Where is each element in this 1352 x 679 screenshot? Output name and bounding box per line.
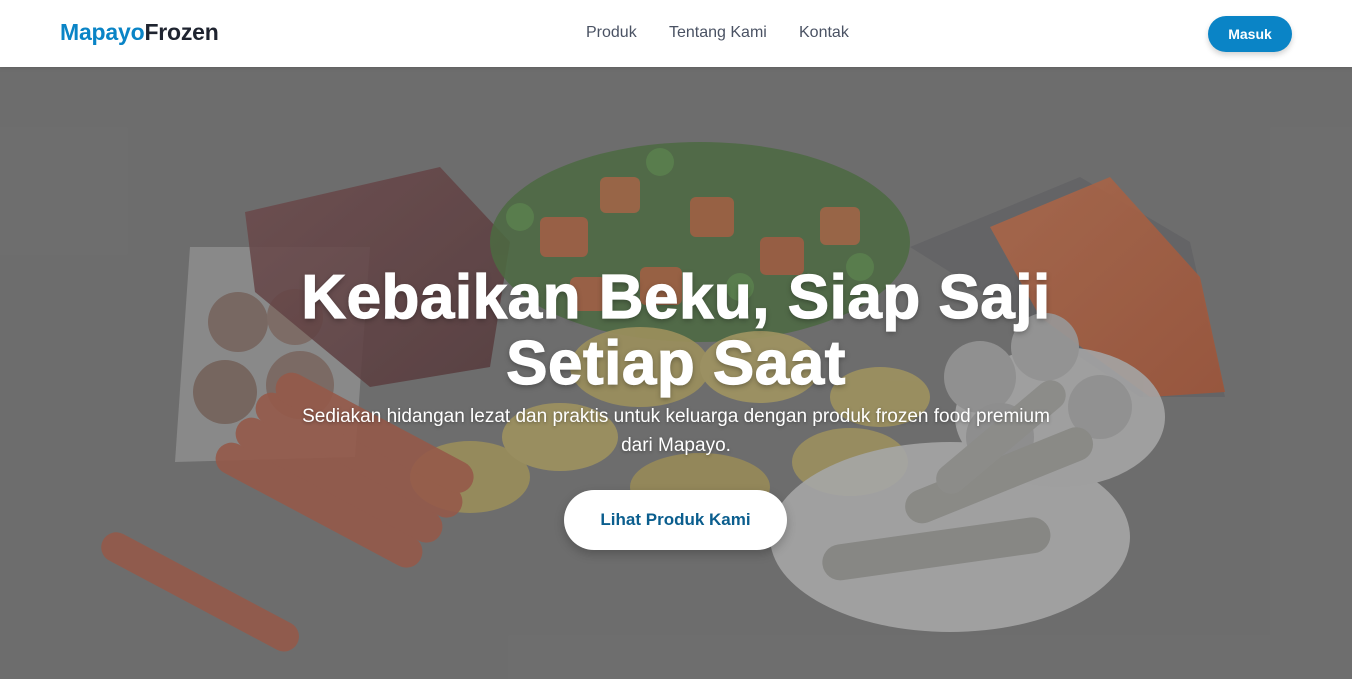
hero-section: Kebaikan Beku, Siap Saji Setiap Saat Sed… bbox=[0, 67, 1352, 679]
main-nav: Produk Tentang Kami Kontak bbox=[0, 24, 1352, 46]
view-products-button[interactable]: Lihat Produk Kami bbox=[564, 490, 787, 550]
login-button[interactable]: Masuk bbox=[1208, 16, 1292, 52]
hero-title: Kebaikan Beku, Siap Saji Setiap Saat bbox=[301, 263, 1051, 398]
nav-link-kontak[interactable]: Kontak bbox=[799, 24, 849, 42]
nav-link-tentang-kami[interactable]: Tentang Kami bbox=[669, 24, 767, 42]
nav-link-produk[interactable]: Produk bbox=[586, 24, 637, 42]
navbar: MapayoFrozen Produk Tentang Kami Kontak … bbox=[0, 0, 1352, 67]
hero-subtitle: Sediakan hidangan lezat dan praktis untu… bbox=[302, 406, 1050, 456]
